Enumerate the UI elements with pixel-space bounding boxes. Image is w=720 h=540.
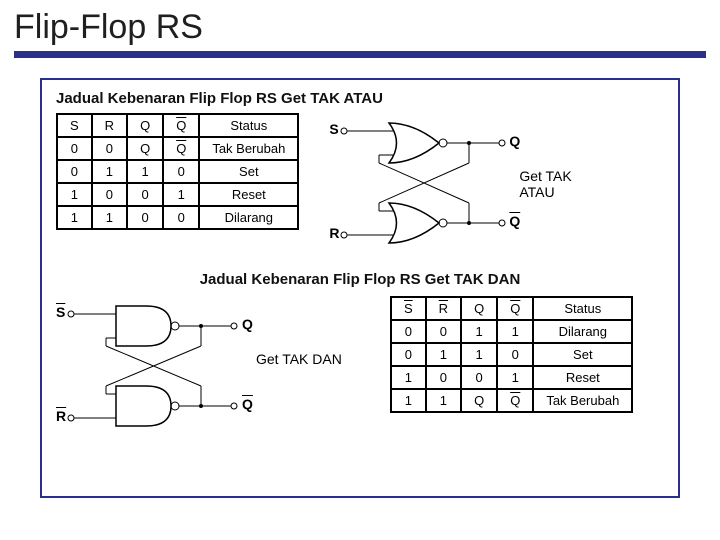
table-row: 1 1 0 0 Dilarang <box>57 206 298 229</box>
nand-latch-diagram: S R Q Q Get TAK DAN <box>56 296 276 436</box>
table-row: S R Q Q Status <box>391 297 632 320</box>
section2-row: S R Q Q Get TAK DAN S R Q Q Status 0 0 1… <box>56 296 664 436</box>
table-row: 0 0 1 1 Dilarang <box>391 320 632 343</box>
table-row: 0 1 1 0 Set <box>391 343 632 366</box>
col-Status: Status <box>533 297 632 320</box>
truth-table-nor: S R Q Q Status 0 0 Q Q Tak Berubah 0 1 1… <box>56 113 299 230</box>
col-R: R <box>426 297 461 320</box>
table-row: 1 0 0 1 Reset <box>391 366 632 389</box>
table-row: 0 0 Q Q Tak Berubah <box>57 137 298 160</box>
col-S: S <box>391 297 426 320</box>
label-S: S <box>329 121 338 137</box>
col-Q: Q <box>461 297 497 320</box>
label-Sbar: S <box>56 304 65 320</box>
nand-caption: Get TAK DAN <box>256 351 356 367</box>
nor-caption: Get TAK ATAU <box>519 168 599 200</box>
title-bar: Flip-Flop RS <box>0 0 720 60</box>
table-row: 1 1 Q Q Tak Berubah <box>391 389 632 412</box>
col-Qbar: Q <box>163 114 199 137</box>
col-R: R <box>92 114 127 137</box>
label-Q: Q <box>509 133 520 149</box>
slide-title: Flip-Flop RS <box>14 8 706 47</box>
title-rule <box>14 51 706 58</box>
section1-row: S R Q Q Status 0 0 Q Q Tak Berubah 0 1 1… <box>56 113 664 253</box>
section1-heading: Jadual Kebenaran Flip Flop RS Get TAK AT… <box>56 90 664 107</box>
label-R: R <box>329 225 339 241</box>
table-row: 1 0 0 1 Reset <box>57 183 298 206</box>
table-row: S R Q Q Status <box>57 114 298 137</box>
col-Q: Q <box>127 114 163 137</box>
label-Qbar2: Q <box>242 396 253 412</box>
label-Rbar: R <box>56 408 66 424</box>
col-S: S <box>57 114 92 137</box>
col-Status: Status <box>199 114 298 137</box>
slide-body: Jadual Kebenaran Flip Flop RS Get TAK AT… <box>40 78 680 498</box>
label-Q2: Q <box>242 316 253 332</box>
col-Qbar: Q <box>497 297 533 320</box>
truth-table-nand: S R Q Q Status 0 0 1 1 Dilarang 0 1 1 0 … <box>390 296 633 413</box>
label-Qbar: Q <box>509 213 520 229</box>
section2-heading: Jadual Kebenaran Flip Flop RS Get TAK DA… <box>56 271 664 288</box>
table-row: 0 1 1 0 Set <box>57 160 298 183</box>
nor-latch-diagram: S R Q Q Get TAK ATAU <box>329 113 599 253</box>
